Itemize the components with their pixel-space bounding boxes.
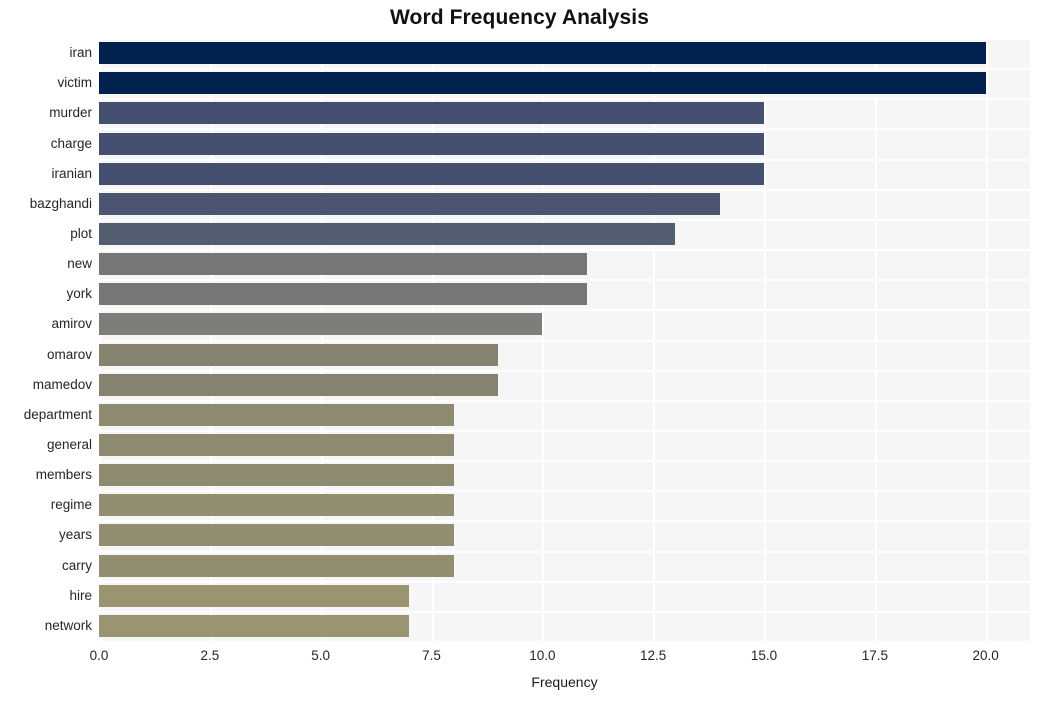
bar-plot <box>99 222 676 245</box>
x-tick-label-7.5: 7.5 <box>422 648 441 663</box>
y-tick-label-omarov: omarov <box>46 346 92 362</box>
bar-iran <box>99 42 986 65</box>
bar-years <box>99 524 454 547</box>
gridline-horizontal <box>99 128 1030 131</box>
gridline-horizontal <box>99 98 1030 101</box>
bar-charge <box>99 132 764 155</box>
x-tick-label-17.5: 17.5 <box>861 648 888 663</box>
y-tick-label-carry: carry <box>62 557 92 573</box>
y-tick-label-members: members <box>35 467 92 483</box>
bar-murder <box>99 102 764 125</box>
chart-figure: Word Frequency Analysis iran victim murder… <box>0 0 1039 701</box>
bar-general <box>99 434 454 457</box>
chart-title: Word Frequency Analysis <box>389 6 650 29</box>
gridline-horizontal <box>99 580 1030 583</box>
gridline-horizontal <box>99 218 1030 221</box>
x-tick-label-15.0: 15.0 <box>750 648 778 663</box>
bar-victim <box>99 72 986 95</box>
gridline-horizontal <box>99 490 1030 493</box>
y-tick-label-hire: hire <box>69 587 92 603</box>
gridline-horizontal <box>99 68 1030 71</box>
y-tick-label-iranian: iranian <box>51 165 92 181</box>
y-tick-label-mamedov: mamedov <box>32 376 92 392</box>
y-tick-label-department: department <box>23 406 92 422</box>
x-axis-title: Frequency <box>531 674 598 690</box>
y-tick-label-york: york <box>66 286 92 302</box>
gridline-horizontal <box>99 610 1030 613</box>
bar-york <box>99 283 587 306</box>
x-tick-label-20.0: 20.0 <box>972 648 999 663</box>
gridline-horizontal <box>99 399 1030 402</box>
gridline-horizontal <box>99 520 1030 523</box>
y-tick-label-iran: iran <box>69 45 92 61</box>
gridline-horizontal <box>99 279 1030 282</box>
x-tick-label-12.5: 12.5 <box>640 648 667 663</box>
x-tick-label-0.0: 0.0 <box>89 648 109 663</box>
gridline-horizontal <box>99 309 1030 312</box>
y-tick-label-years: years <box>58 527 92 543</box>
bar-amirov <box>99 313 543 336</box>
bar-omarov <box>99 343 498 366</box>
gridline-horizontal <box>99 550 1030 553</box>
y-tick-label-general: general <box>46 437 92 453</box>
bar-new <box>99 253 587 276</box>
bar-regime <box>99 494 454 517</box>
x-axis-tick-labels: 0.0 2.5 5.0 7.5 10.0 12.5 15.0 17.5 20.0 <box>0 648 1039 668</box>
x-tick-label-2.5: 2.5 <box>200 648 220 663</box>
bar-department <box>99 403 454 426</box>
bar-network <box>99 614 410 637</box>
bar-bazghandi <box>99 192 720 215</box>
x-tick-label-5.0: 5.0 <box>311 648 331 663</box>
y-tick-label-charge: charge <box>50 135 92 151</box>
y-tick-label-plot: plot <box>70 225 92 241</box>
y-tick-label-network: network <box>44 617 92 633</box>
gridline-horizontal <box>99 249 1030 252</box>
y-tick-label-regime: regime <box>50 497 92 513</box>
plot-area <box>99 38 1030 641</box>
y-tick-label-murder: murder <box>49 105 92 121</box>
bar-mamedov <box>99 373 498 396</box>
bar-hire <box>99 584 410 607</box>
gridline-horizontal <box>99 369 1030 372</box>
y-tick-label-bazghandi: bazghandi <box>29 195 92 211</box>
bar-carry <box>99 554 454 577</box>
bar-members <box>99 464 454 487</box>
gridline-horizontal <box>99 339 1030 342</box>
gridline-horizontal <box>99 188 1030 191</box>
bar-iranian <box>99 162 764 185</box>
gridline-horizontal <box>99 429 1030 432</box>
y-tick-label-amirov: amirov <box>51 316 92 332</box>
y-tick-label-new: new <box>67 256 92 272</box>
x-tick-label-10.0: 10.0 <box>529 648 556 663</box>
gridline-horizontal <box>99 158 1030 161</box>
gridline-horizontal <box>99 460 1030 463</box>
y-axis-tick-labels: iran victim murder charge iranian bazghandi pl… <box>0 38 92 641</box>
gridline-horizontal <box>99 38 1030 40</box>
y-tick-label-victim: victim <box>57 75 93 91</box>
